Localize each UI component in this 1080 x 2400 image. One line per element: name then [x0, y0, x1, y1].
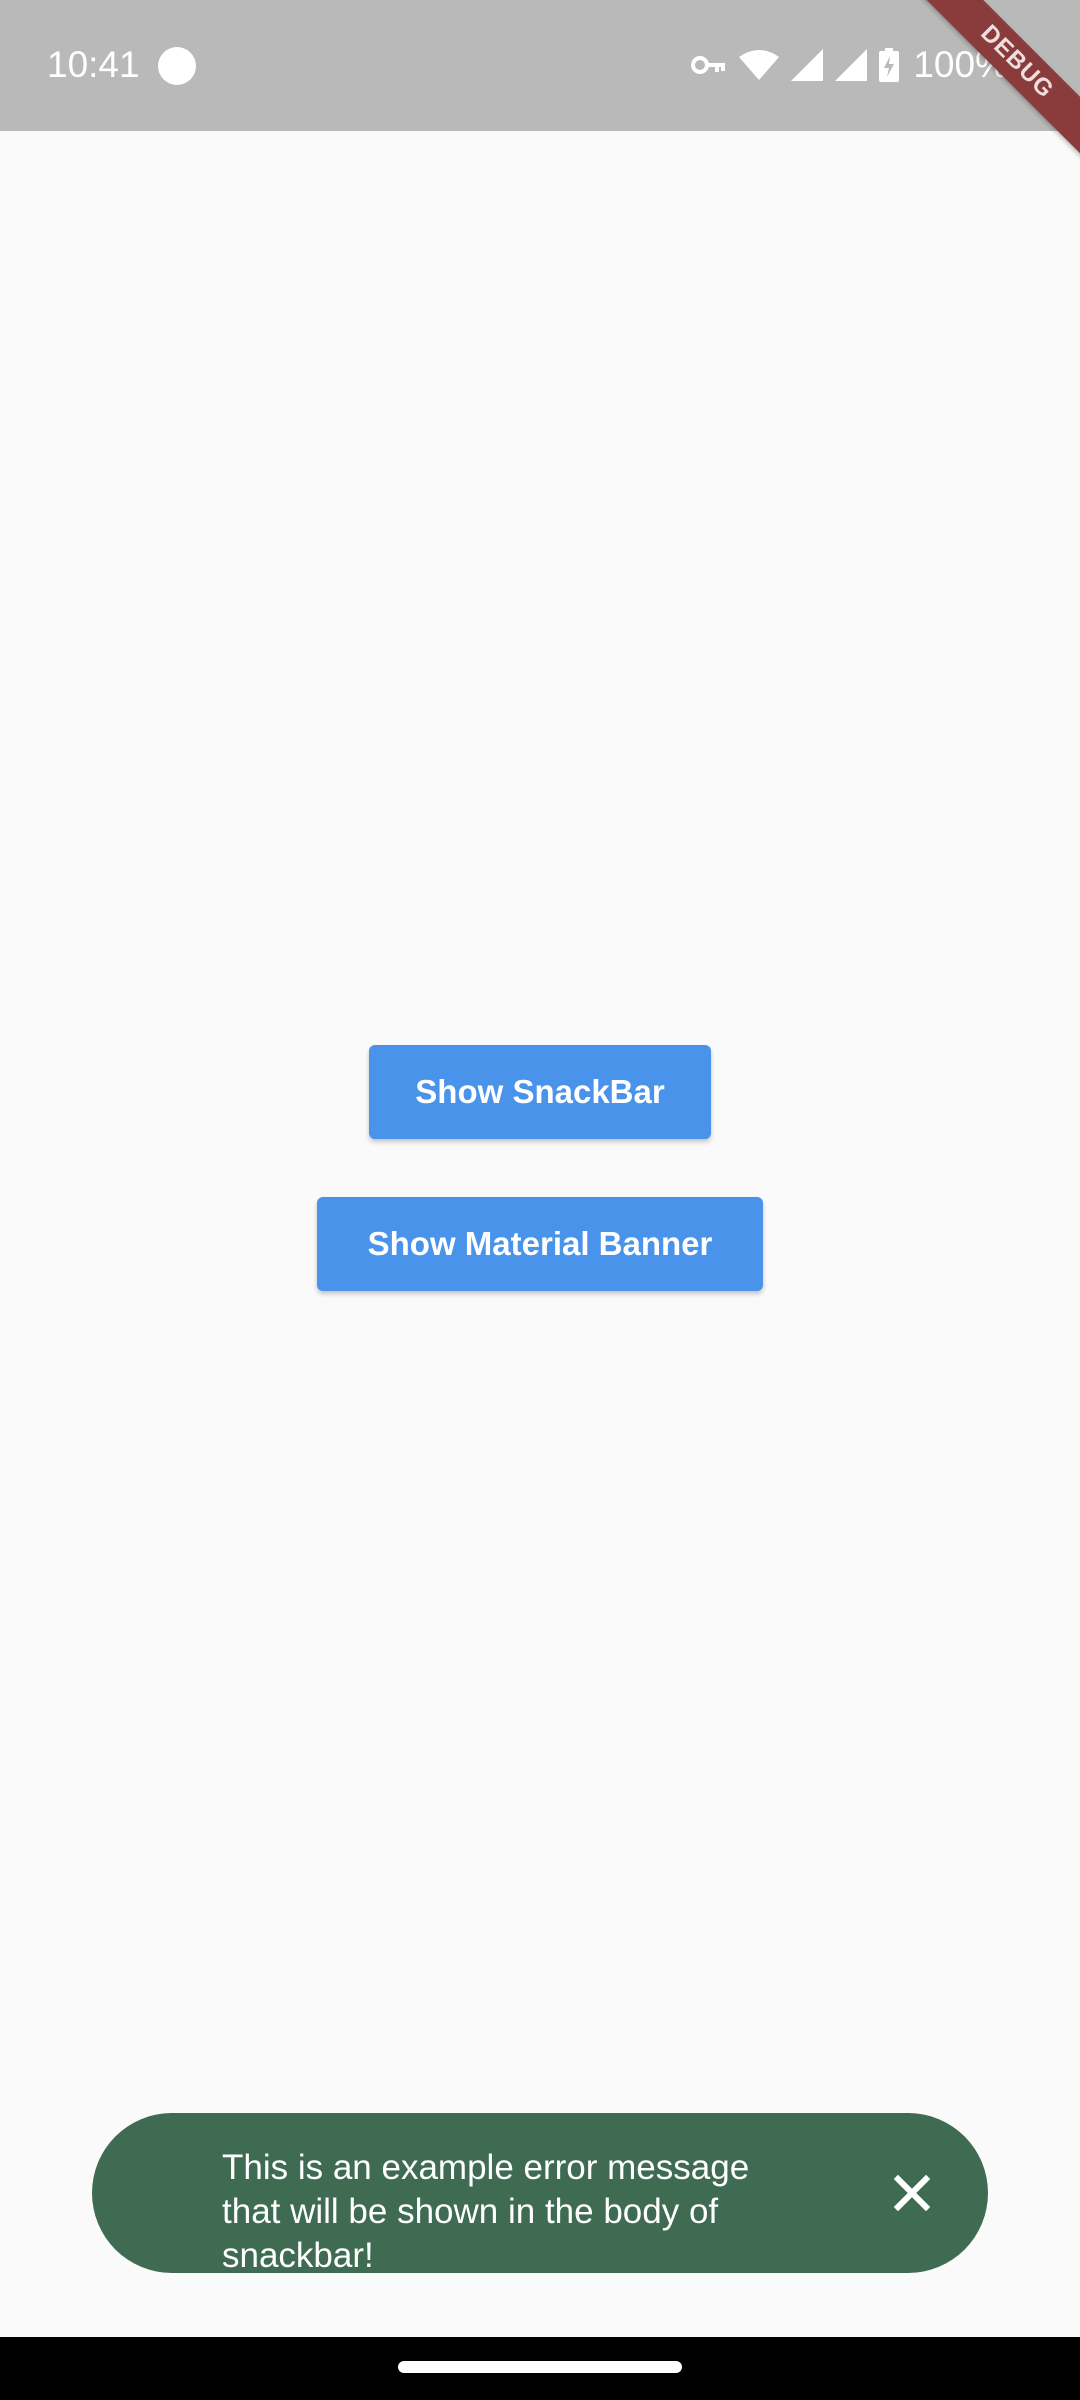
snackbar: This is an example error message that wi…: [92, 2113, 988, 2275]
vpn-key-icon: [691, 54, 727, 76]
signal-icon: [791, 49, 824, 81]
show-snackbar-button[interactable]: Show SnackBar: [369, 1045, 711, 1139]
status-icons: 100%: [691, 42, 1008, 88]
app-screen: 10:41 100% DEBUG Show SnackBar Show Mate…: [0, 0, 1080, 2400]
record-dot-icon: [158, 47, 196, 85]
signal-icon-2: [835, 49, 868, 81]
snackbar-message: This is an example error message that wi…: [222, 2148, 750, 2275]
battery-charging-icon: [879, 48, 900, 82]
show-material-banner-button[interactable]: Show Material Banner: [317, 1197, 763, 1291]
status-bar: 10:41 100% DEBUG: [0, 0, 1080, 165]
navigation-bar: [0, 2337, 1080, 2400]
status-time: 10:41: [47, 44, 140, 85]
close-icon[interactable]: [882, 2163, 942, 2223]
gesture-handle[interactable]: [398, 2361, 682, 2373]
wifi-icon: [739, 49, 780, 81]
